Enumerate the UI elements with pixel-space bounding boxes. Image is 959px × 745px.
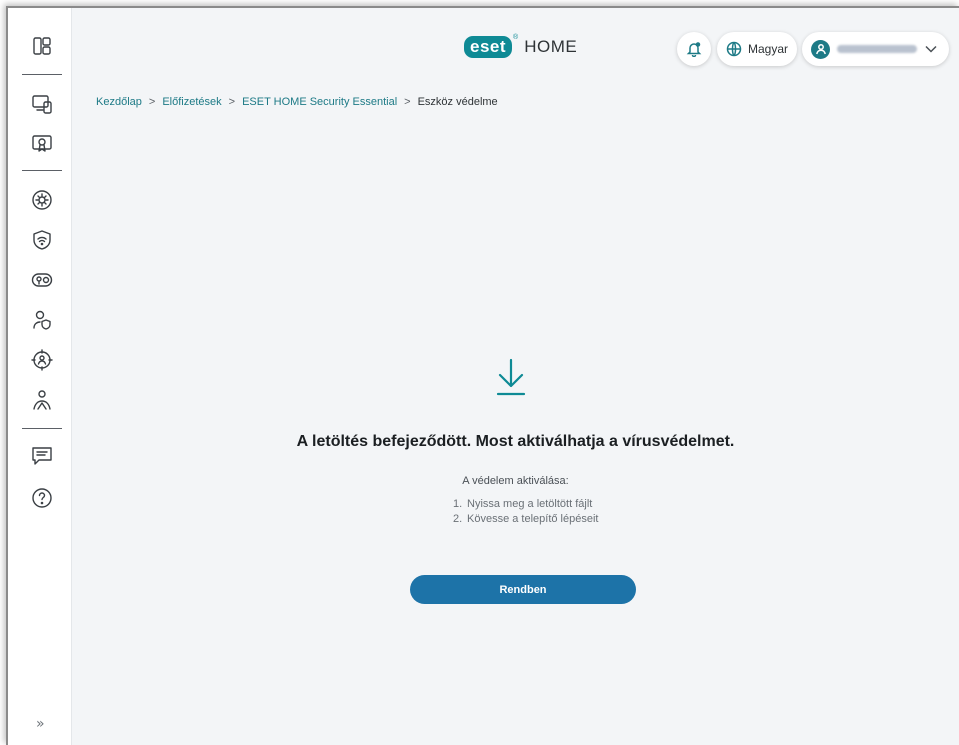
- feedback-icon[interactable]: [30, 444, 54, 468]
- breadcrumb-product[interactable]: ESET HOME Security Essential: [242, 96, 397, 108]
- sidebar-divider: [22, 74, 62, 75]
- logo-registered: ®: [513, 33, 519, 41]
- breadcrumb-current: Eszköz védelme: [417, 96, 498, 108]
- language-selector[interactable]: Magyar: [717, 32, 797, 66]
- help-icon[interactable]: [30, 486, 54, 510]
- page-title: A letöltés befejeződött. Most aktiválhat…: [296, 433, 735, 450]
- language-label: Magyar: [748, 42, 789, 56]
- family-icon[interactable]: [30, 388, 54, 412]
- steps-list: 1. Nyissa meg a letöltött fájlt 2. Kövesse…: [453, 497, 598, 527]
- eset-home-logo[interactable]: eset ® HOME: [464, 33, 578, 58]
- globe-icon: [726, 41, 742, 57]
- antitheft-icon[interactable]: [30, 348, 54, 372]
- wifi-shield-icon[interactable]: [30, 228, 54, 252]
- devices-icon[interactable]: [30, 92, 54, 116]
- step-number: 2.: [453, 513, 463, 525]
- app-window: » eset ® HOME Magyar Kezdőlap > Előfizet…: [6, 6, 959, 745]
- step-number: 1.: [453, 498, 463, 510]
- breadcrumb-separator: >: [228, 96, 236, 108]
- step-text: Nyissa meg a letöltött fájlt: [467, 498, 593, 510]
- user-icon: [815, 44, 826, 55]
- password-manager-icon[interactable]: [30, 268, 54, 292]
- notifications-button[interactable]: [677, 32, 711, 66]
- breadcrumb-separator: >: [148, 96, 156, 108]
- user-email: [837, 45, 917, 53]
- breadcrumb-separator: >: [404, 96, 411, 108]
- logo-eset: eset: [464, 36, 513, 58]
- step-text: Kövesse a telepítő lépéseit: [467, 513, 599, 525]
- sidebar-divider: [22, 170, 62, 171]
- download-icon: [495, 356, 527, 403]
- chevron-down-icon: [925, 40, 937, 58]
- header: eset ® HOME Magyar: [72, 8, 959, 80]
- breadcrumb: Kezdőlap > Előfizetések > ESET HOME Secu…: [96, 96, 498, 108]
- avatar: [811, 39, 830, 59]
- identity-protection-icon[interactable]: [30, 308, 54, 332]
- ok-button[interactable]: Rendben: [410, 575, 636, 604]
- sidebar-divider: [22, 428, 62, 429]
- user-menu[interactable]: [802, 32, 949, 66]
- list-item: 2. Kövesse a telepítő lépéseit: [453, 512, 598, 527]
- logo-product: HOME: [524, 37, 578, 56]
- steps-title: A védelem aktiválása:: [462, 475, 569, 487]
- sidebar-expand-button[interactable]: »: [36, 716, 45, 732]
- breadcrumb-home[interactable]: Kezdőlap: [96, 96, 142, 108]
- list-item: 1. Nyissa meg a letöltött fájlt: [453, 497, 598, 512]
- bell-icon: [686, 42, 702, 57]
- license-icon[interactable]: [30, 132, 54, 156]
- breadcrumb-subscriptions[interactable]: Előfizetések: [162, 96, 221, 108]
- sidebar: »: [8, 8, 72, 745]
- settings-icon[interactable]: [30, 188, 54, 212]
- dashboard-icon[interactable]: [30, 34, 54, 58]
